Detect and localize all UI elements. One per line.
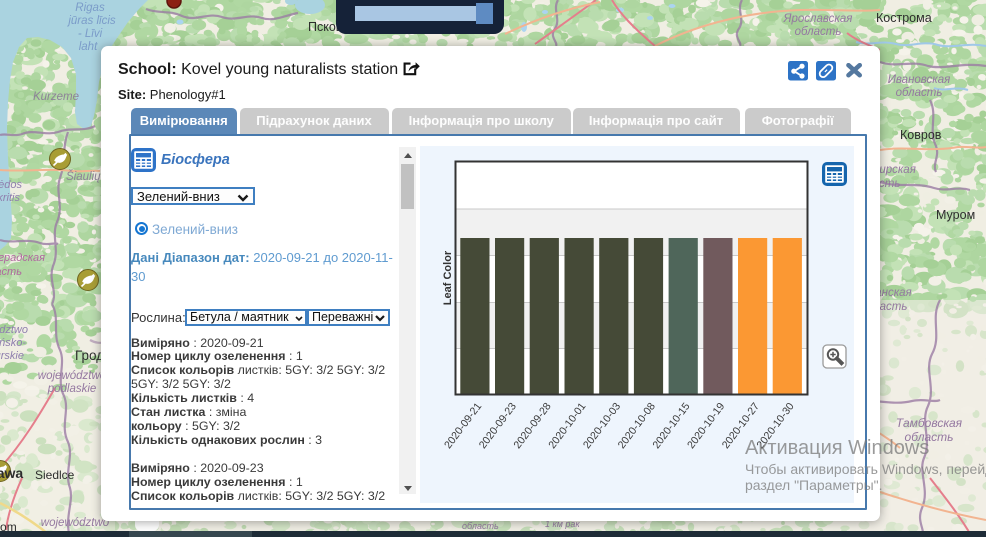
svg-text:warmińsko-: warmińsko- <box>0 337 26 349</box>
svg-text:- Līvi: - Līvi <box>78 28 103 40</box>
svg-text:область: область <box>795 26 842 38</box>
svg-text:Warszawa: Warszawa <box>0 465 23 481</box>
svg-text:Ивановская: Ивановская <box>888 74 951 86</box>
svg-text:Kurzeme: Kurzeme <box>33 91 79 103</box>
svg-text:województwo: województwo <box>0 324 28 336</box>
svg-text:область: область <box>462 521 499 531</box>
svg-text:apskritis: apskritis <box>0 192 20 204</box>
svg-text:область: область <box>0 266 22 278</box>
svg-text:Rigas: Rigas <box>75 2 105 14</box>
svg-text:Тамбовская: Тамбовская <box>896 416 963 430</box>
svg-text:Ковров: Ковров <box>900 128 942 142</box>
svg-text:Siedlce: Siedlce <box>35 468 75 482</box>
svg-text:Калининградская: Калининградская <box>0 252 45 264</box>
svg-text:область: область <box>896 87 943 99</box>
svg-text:mazurskie: mazurskie <box>0 350 24 362</box>
svg-text:województwo: województwo <box>38 370 107 382</box>
svg-text:Leaf Color: Leaf Color <box>442 250 454 305</box>
svg-text:jūras līcis: jūras līcis <box>66 15 116 27</box>
svg-text:podlaskie: podlaskie <box>47 383 97 395</box>
svg-text:Ярославская: Ярославская <box>783 13 853 25</box>
svg-text:Муром: Муром <box>936 208 975 222</box>
svg-text:Klaipėdos: Klaipėdos <box>0 179 22 191</box>
svg-text:Кострома: Кострома <box>876 11 932 25</box>
svg-text:laht: laht <box>79 41 98 53</box>
svg-text:województwo: województwo <box>41 517 110 529</box>
